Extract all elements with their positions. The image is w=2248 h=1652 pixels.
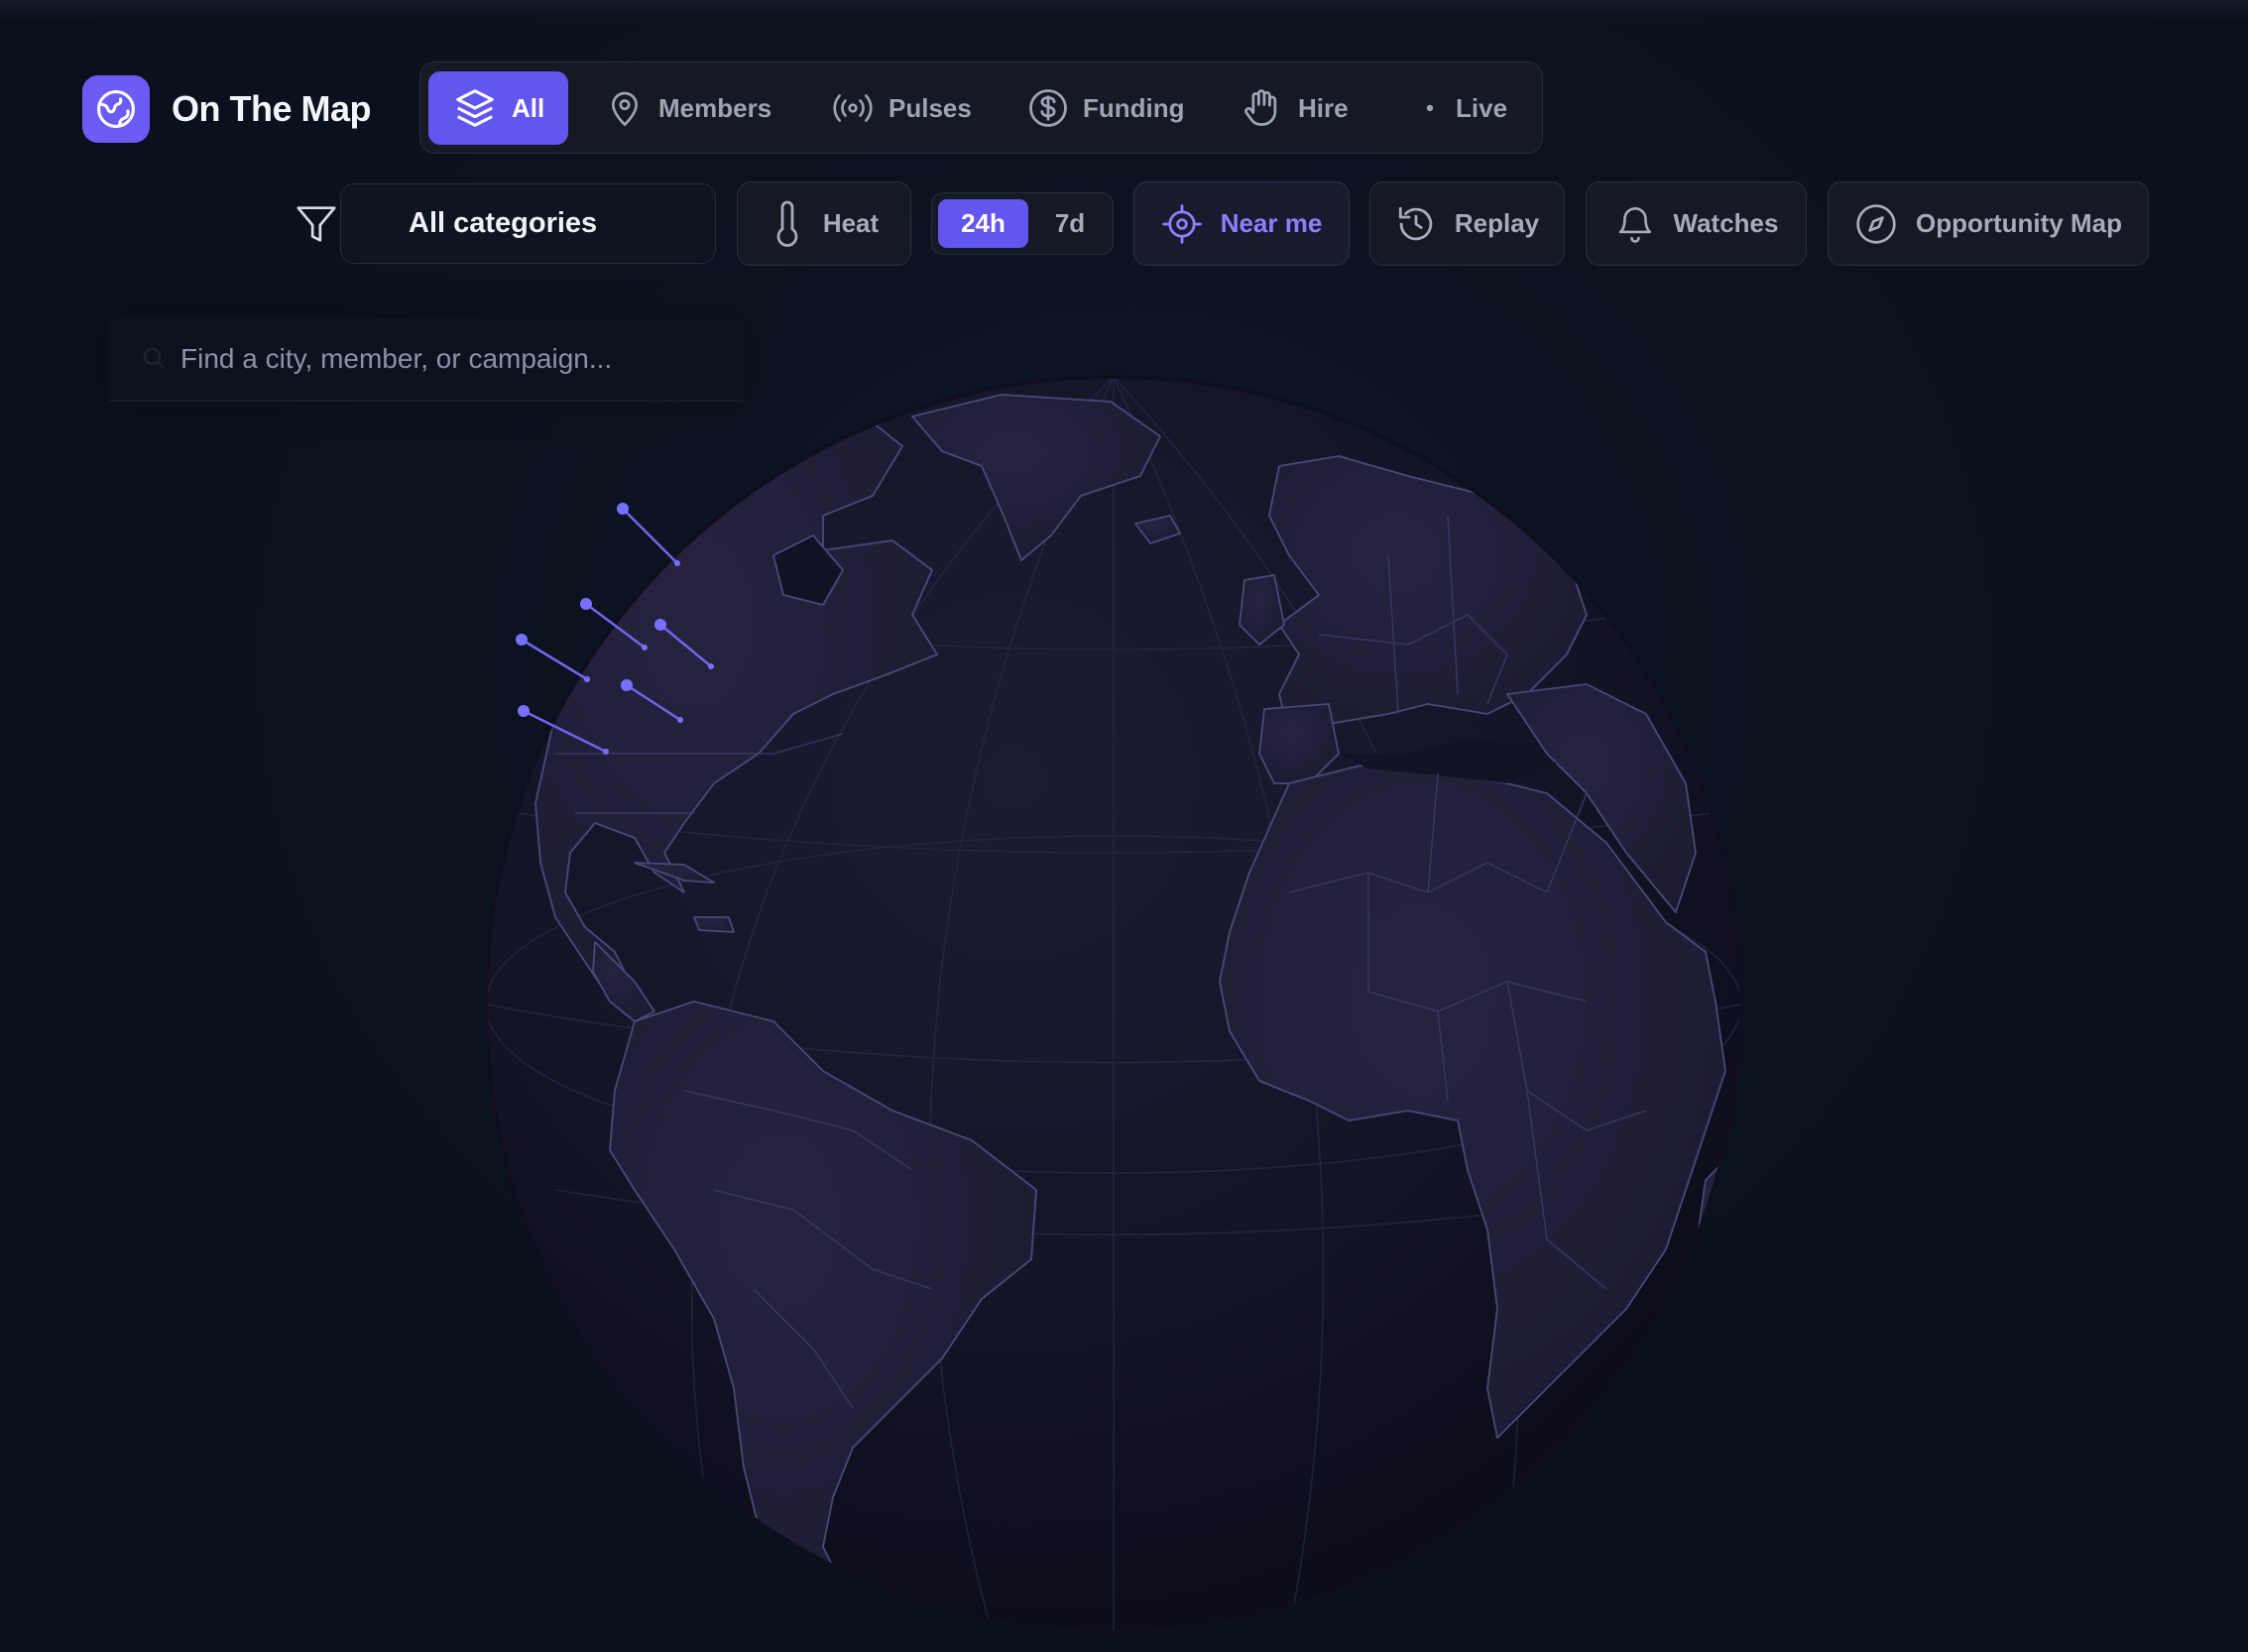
pin-anchor — [584, 676, 590, 682]
pin-head[interactable] — [516, 634, 528, 646]
pin-head[interactable] — [580, 598, 592, 610]
pin-anchor — [674, 560, 680, 566]
pin-anchor — [603, 749, 609, 755]
pin-line — [622, 508, 678, 564]
pin-head[interactable] — [617, 503, 629, 515]
pin-line — [521, 638, 588, 681]
pin-anchor — [642, 645, 648, 650]
globe-map[interactable] — [0, 0, 2248, 1652]
pin-head[interactable] — [621, 679, 633, 691]
pin-anchor — [677, 717, 683, 723]
land-hispaniola — [693, 916, 735, 933]
pin-head[interactable] — [654, 619, 666, 631]
pin-anchor — [708, 663, 714, 669]
pin-head[interactable] — [518, 705, 530, 717]
